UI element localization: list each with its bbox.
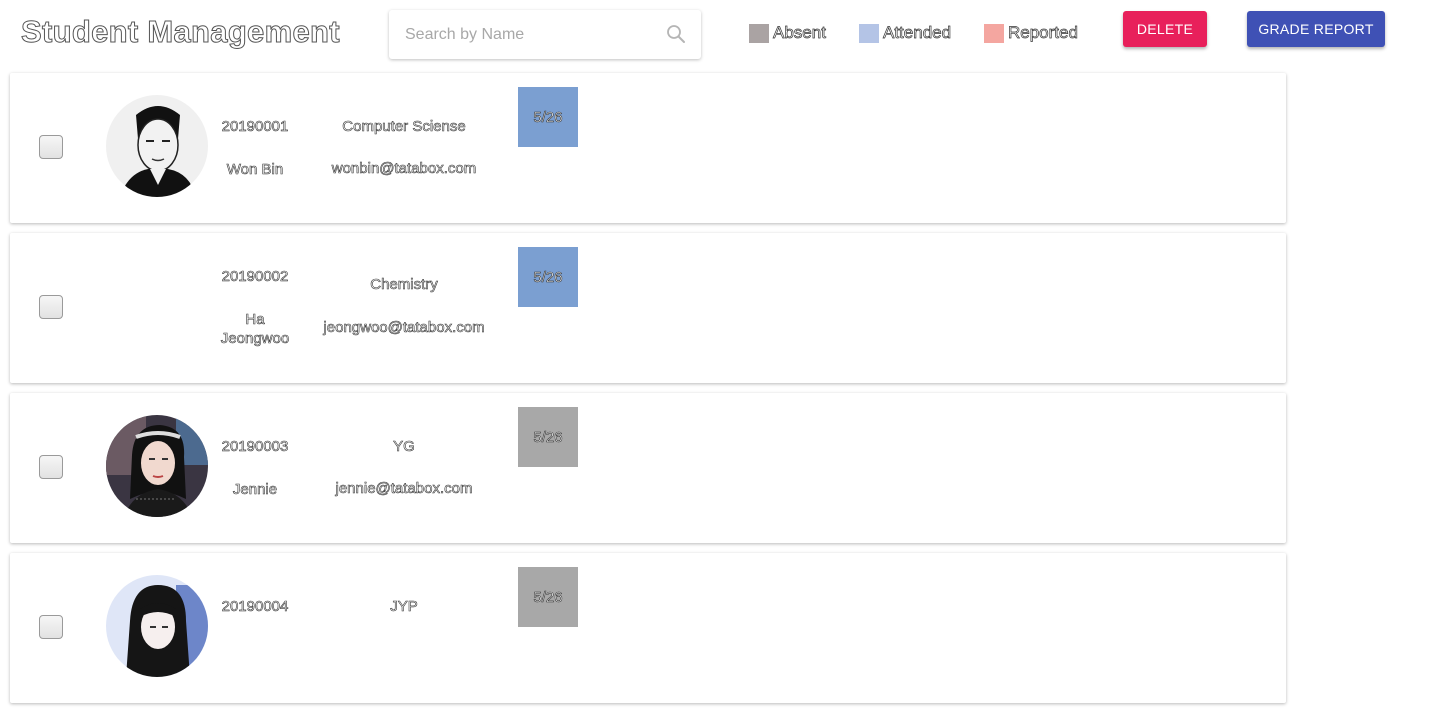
student-email: wonbin@tatabox.com <box>331 160 477 178</box>
student-id: 20190004 <box>221 598 289 616</box>
select-checkbox[interactable] <box>39 295 63 319</box>
legend-swatch-attended <box>859 23 879 43</box>
attendance-cell[interactable]: 5/26 <box>518 567 578 627</box>
app-header: Student Management Absent Attended Repor… <box>0 0 1440 70</box>
student-email: jeongwoo@tatabox.com <box>323 319 485 337</box>
legend-label: Reported <box>1008 23 1079 43</box>
legend-reported: Reported <box>984 23 1078 43</box>
page-title: Student Management <box>21 14 341 50</box>
student-id: 20190002 <box>221 268 289 286</box>
select-checkbox[interactable] <box>39 615 63 639</box>
student-list: 20190001 Won Bin Computer Sciense wonbin… <box>10 73 1286 713</box>
select-checkbox[interactable] <box>39 455 63 479</box>
student-id: 20190001 <box>221 118 289 136</box>
attendance-cell[interactable]: 5/26 <box>518 247 578 307</box>
student-major: YG <box>393 438 415 456</box>
legend-label: Attended <box>883 23 952 43</box>
search-icon[interactable] <box>666 24 686 49</box>
student-name: Won Bin <box>226 161 284 179</box>
legend-label: Absent <box>773 23 827 43</box>
student-major: Chemistry <box>370 276 438 294</box>
legend-attended: Attended <box>859 23 951 43</box>
attendance-date: 5/26 <box>533 588 563 606</box>
legend-swatch-absent <box>749 23 769 43</box>
avatar <box>106 415 208 517</box>
student-card: 20190001 Won Bin Computer Sciense wonbin… <box>10 73 1286 223</box>
attendance-date: 5/26 <box>533 108 563 126</box>
search-input[interactable] <box>405 22 655 47</box>
attendance-date: 5/26 <box>533 268 563 286</box>
avatar <box>106 95 208 197</box>
legend-swatch-reported <box>984 23 1004 43</box>
avatar <box>106 575 208 677</box>
student-name: Jennie <box>232 481 278 499</box>
student-card: 20190004 JYP 5/26 <box>10 553 1286 703</box>
attendance-cell[interactable]: 5/26 <box>518 407 578 467</box>
legend-absent: Absent <box>749 23 826 43</box>
search-box[interactable] <box>389 10 701 59</box>
select-checkbox[interactable] <box>39 135 63 159</box>
grade-report-button[interactable]: GRADE REPORT <box>1247 11 1385 47</box>
attendance-date: 5/26 <box>533 428 563 446</box>
attendance-cell[interactable]: 5/26 <box>518 87 578 147</box>
student-major: Computer Sciense <box>342 118 466 136</box>
delete-button[interactable]: DELETE <box>1123 11 1207 47</box>
student-email: jennie@tatabox.com <box>335 480 473 498</box>
student-id: 20190003 <box>221 438 289 456</box>
student-major: JYP <box>390 598 418 616</box>
student-name: Ha Jeongwoo <box>220 311 290 348</box>
student-card: 20190002 Ha Jeongwoo Chemistry jeongwoo@… <box>10 233 1286 383</box>
student-card: 20190003 Jennie YG jennie@tatabox.com 5/… <box>10 393 1286 543</box>
